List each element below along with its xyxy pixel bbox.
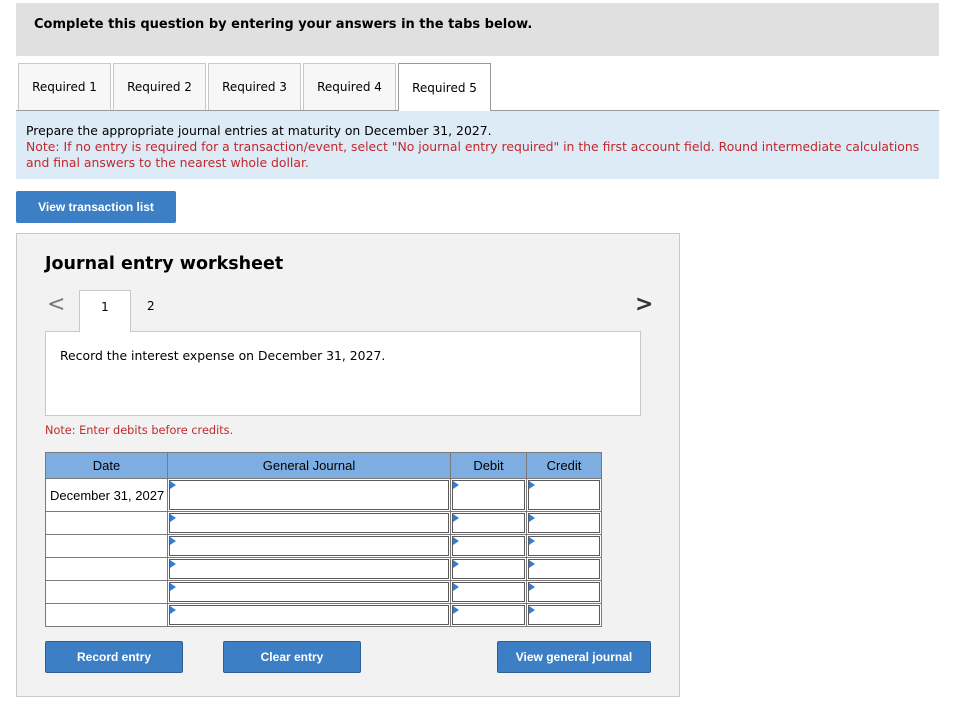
date-cell bbox=[45, 603, 168, 627]
debit-cell bbox=[450, 534, 527, 558]
account-cell bbox=[167, 580, 451, 604]
account-cell bbox=[167, 557, 451, 581]
worksheet-title: Journal entry worksheet bbox=[45, 254, 284, 274]
date-cell bbox=[45, 534, 168, 558]
debit-cell bbox=[450, 557, 527, 581]
tab-required-2[interactable]: Required 2 bbox=[113, 63, 206, 110]
account-input[interactable] bbox=[169, 559, 449, 579]
date-cell: December 31, 2027 bbox=[45, 478, 168, 512]
view-transaction-list-button[interactable]: View transaction list bbox=[16, 191, 176, 223]
debit-input[interactable] bbox=[452, 559, 525, 579]
view-general-journal-button[interactable]: View general journal bbox=[497, 641, 651, 673]
credit-cell bbox=[526, 534, 602, 558]
credit-input[interactable] bbox=[528, 605, 600, 625]
table-row bbox=[45, 511, 602, 535]
account-input[interactable] bbox=[169, 536, 449, 556]
debit-input[interactable] bbox=[452, 480, 525, 510]
instructions-note: Note: If no entry is required for a tran… bbox=[26, 139, 920, 170]
table-row bbox=[45, 534, 602, 558]
account-input[interactable] bbox=[169, 513, 449, 533]
tab-required-1[interactable]: Required 1 bbox=[18, 63, 111, 110]
debit-input[interactable] bbox=[452, 582, 525, 602]
page-tab-2[interactable]: 2 bbox=[147, 299, 155, 313]
question-prompt: Complete this question by entering your … bbox=[34, 17, 533, 32]
credit-input[interactable] bbox=[528, 480, 600, 510]
debit-cell bbox=[450, 603, 527, 627]
tab-required-4[interactable]: Required 4 bbox=[303, 63, 396, 110]
credit-cell bbox=[526, 478, 602, 512]
account-cell bbox=[167, 511, 451, 535]
journal-entry-worksheet: Journal entry worksheet < 1 2 > Record t… bbox=[16, 233, 680, 697]
credit-cell bbox=[526, 511, 602, 535]
account-cell bbox=[167, 603, 451, 627]
credit-cell bbox=[526, 557, 602, 581]
date-cell bbox=[45, 511, 168, 535]
tab-required-3[interactable]: Required 3 bbox=[208, 63, 301, 110]
clear-entry-button[interactable]: Clear entry bbox=[223, 641, 361, 673]
credit-input[interactable] bbox=[528, 559, 600, 579]
account-input[interactable] bbox=[169, 605, 449, 625]
debit-cell bbox=[450, 580, 527, 604]
table-row bbox=[45, 557, 602, 581]
next-page-arrow-icon[interactable]: > bbox=[635, 292, 653, 317]
credit-input[interactable] bbox=[528, 513, 600, 533]
credit-input[interactable] bbox=[528, 582, 600, 602]
debit-cell bbox=[450, 478, 527, 512]
debit-input[interactable] bbox=[452, 605, 525, 625]
debit-input[interactable] bbox=[452, 513, 525, 533]
record-entry-button[interactable]: Record entry bbox=[45, 641, 183, 673]
page-tab-1[interactable]: 1 bbox=[79, 290, 131, 332]
credit-column-header: Credit bbox=[526, 452, 602, 479]
journal-column-header: General Journal bbox=[167, 452, 451, 479]
tab-required-5[interactable]: Required 5 bbox=[398, 63, 491, 111]
table-row: December 31, 2027 bbox=[45, 478, 602, 512]
date-cell bbox=[45, 580, 168, 604]
transaction-description: Record the interest expense on December … bbox=[45, 331, 641, 416]
account-cell bbox=[167, 478, 451, 512]
debit-column-header: Debit bbox=[450, 452, 527, 479]
date-column-header: Date bbox=[45, 452, 168, 479]
table-row bbox=[45, 580, 602, 604]
date-cell bbox=[45, 557, 168, 581]
debit-cell bbox=[450, 511, 527, 535]
credit-input[interactable] bbox=[528, 536, 600, 556]
table-row bbox=[45, 603, 602, 627]
debit-input[interactable] bbox=[452, 536, 525, 556]
account-cell bbox=[167, 534, 451, 558]
account-input[interactable] bbox=[169, 582, 449, 602]
instructions-main: Prepare the appropriate journal entries … bbox=[26, 123, 492, 138]
debits-note: Note: Enter debits before credits. bbox=[45, 424, 234, 437]
account-input[interactable] bbox=[169, 480, 449, 510]
prev-page-arrow-icon[interactable]: < bbox=[47, 292, 65, 317]
credit-cell bbox=[526, 603, 602, 627]
instructions-panel: Prepare the appropriate journal entries … bbox=[16, 111, 939, 179]
credit-cell bbox=[526, 580, 602, 604]
question-header: Complete this question by entering your … bbox=[16, 3, 939, 56]
journal-table: Date General Journal Debit Credit Decemb… bbox=[45, 452, 602, 627]
